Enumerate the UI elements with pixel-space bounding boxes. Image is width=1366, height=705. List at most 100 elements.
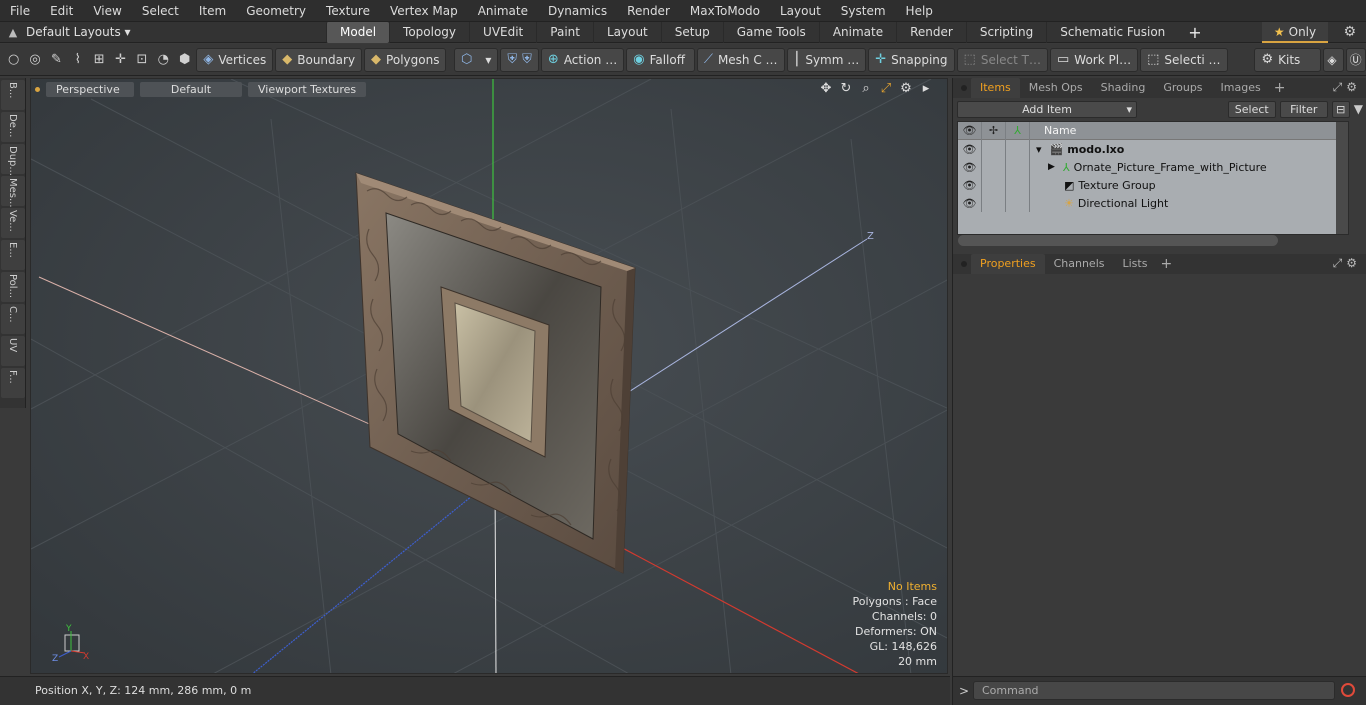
expand-arrow-icon[interactable]: ▸ [919,81,933,96]
menu-item[interactable]: Item [189,0,236,22]
eye-icon[interactable]: 👁 [958,158,982,176]
list-item[interactable]: 👁 ▾ 🎬 modo.lxo [958,140,1348,158]
mesh-constraint-button[interactable]: ⟋ Mesh C … [696,47,785,72]
viewport-gear-icon[interactable]: ⚙ [899,81,913,96]
panel-options-icon[interactable] [961,85,967,91]
lock-column-icon[interactable]: ✢ [982,121,1006,140]
menu-system[interactable]: System [831,0,896,22]
tab-animate[interactable]: Animate [818,21,896,43]
symmetry-toggle[interactable]: ⛨ ⛨ [500,47,539,72]
gear-icon[interactable]: ⚙ [1343,24,1356,40]
left-tab-deform[interactable]: De... [1,112,25,142]
add-panel-tab-button[interactable]: + [1156,256,1176,272]
menu-geometry[interactable]: Geometry [236,0,316,22]
record-icon[interactable] [1341,683,1355,697]
visibility-column-icon[interactable]: 👁 [958,121,982,140]
list-item[interactable]: 👁 ▶ ⅄ Ornate_Picture_Frame_with_Picture [958,158,1348,176]
action-button[interactable]: ⊕ Action … [540,47,625,72]
menu-help[interactable]: Help [896,0,943,22]
list-item[interactable]: 👁 ☀ Directional Light [958,194,1348,212]
item-mode-icon[interactable]: ⬢ [175,48,194,72]
list-item[interactable]: 👁 ◩ Texture Group [958,176,1348,194]
left-tab-curve[interactable]: C... [1,304,25,334]
menu-dynamics[interactable]: Dynamics [538,0,617,22]
menu-vertex-map[interactable]: Vertex Map [380,0,468,22]
tab-paint[interactable]: Paint [536,21,593,43]
tab-channels[interactable]: Channels [1045,254,1114,274]
menu-edit[interactable]: Edit [40,0,83,22]
snapping-button[interactable]: ✛ Snapping [868,47,955,72]
menu-select[interactable]: Select [132,0,189,22]
left-tab-mesh[interactable]: Mes... [1,176,25,208]
tab-uvedit[interactable]: UVEdit [469,21,536,43]
tab-topology[interactable]: Topology [389,21,469,43]
tab-setup[interactable]: Setup [660,21,723,43]
only-button[interactable]: ★ Only [1262,22,1328,43]
menu-texture[interactable]: Texture [316,0,380,22]
unreal-button[interactable]: Ⓤ [1345,47,1366,72]
name-column-header[interactable]: Name [1044,124,1076,137]
zoom-icon[interactable]: ⌕ [859,81,873,96]
collapse-icon[interactable]: ▲ [0,26,26,39]
panel-maximize-icon[interactable]: ⤢⚙ [1333,256,1361,271]
add-panel-tab-button[interactable]: + [1270,80,1290,96]
left-tab-vertex[interactable]: Ve... [1,208,25,238]
menu-maxtomodo[interactable]: MaxToModo [680,0,770,22]
panel-options-icon[interactable] [961,261,967,267]
tab-layout[interactable]: Layout [592,21,661,43]
tab-scripting[interactable]: Scripting [965,21,1046,43]
eye-icon[interactable]: 👁 [958,194,982,212]
tab-mesh-ops[interactable]: Mesh Ops [1020,78,1092,98]
item-list-hscrollbar[interactable] [958,235,1278,246]
brush-icon[interactable]: ⌇ [68,48,87,72]
maximize-icon[interactable]: ⤢ [879,81,893,96]
left-tab-uv[interactable]: UV [1,336,25,366]
orbit-icon[interactable]: ↻ [839,81,853,96]
move-icon[interactable]: ✛ [111,48,130,72]
filter-button[interactable]: Filter [1279,100,1328,118]
type-column-icon[interactable]: ⅄ [1006,121,1030,140]
add-tab-button[interactable]: + [1178,22,1211,43]
command-input[interactable]: Command [973,681,1335,700]
eye-icon[interactable]: 👁 [958,176,982,194]
vertices-button[interactable]: ◈ Vertices [196,47,274,72]
kits-button[interactable]: ⚙ Kits [1254,47,1322,72]
expand-triangle-icon[interactable]: ▾ [1036,143,1042,156]
menu-view[interactable]: View [83,0,131,22]
funnel-icon[interactable]: ▼ [1354,102,1363,116]
left-tab-polygon[interactable]: Pol... [1,272,25,302]
item-list-scrollbar[interactable] [1336,122,1348,234]
viewport-textures-dropdown[interactable]: Viewport Textures [248,81,367,97]
3d-viewport[interactable]: Perspective Default Viewport Textures ✥ … [30,78,948,674]
polygons-button[interactable]: ◆ Polygons [364,47,447,72]
menu-animate[interactable]: Animate [468,0,538,22]
tab-properties[interactable]: Properties [971,254,1045,274]
boundary-button[interactable]: ◆ Boundary [275,47,363,72]
menu-render[interactable]: Render [617,0,680,22]
collapse-list-icon[interactable]: ⊟ [1331,100,1350,118]
tab-model[interactable]: Model [326,21,390,43]
work-plane-button[interactable]: ▭ Work Pl… [1050,47,1139,72]
rotate-icon[interactable]: ⊡ [132,48,151,72]
left-tab-duplicate[interactable]: Dup... [1,144,25,176]
globe-icon[interactable]: ◎ [25,48,44,72]
perspective-dropdown[interactable]: Perspective [46,81,134,97]
tab-schematic-fusion[interactable]: Schematic Fusion [1046,21,1178,43]
pan-icon[interactable]: ✥ [819,81,833,96]
tab-items[interactable]: Items [971,78,1020,98]
tab-images[interactable]: Images [1212,78,1270,98]
tab-shading[interactable]: Shading [1092,78,1155,98]
unity-button[interactable]: ◈ [1323,47,1344,72]
menu-file[interactable]: File [0,0,40,22]
left-tab-edge[interactable]: E... [1,240,25,270]
eye-icon[interactable]: 👁 [958,140,982,158]
tab-groups[interactable]: Groups [1154,78,1211,98]
pen-icon[interactable]: ✎ [47,48,66,72]
left-tab-basic[interactable]: B... [1,80,25,110]
tab-render[interactable]: Render [896,21,966,43]
falloff-button[interactable]: ◉ Falloff [626,47,695,72]
circle-select-icon[interactable]: ○ [4,48,23,72]
select-button[interactable]: Select [1227,100,1276,118]
tab-game-tools[interactable]: Game Tools [722,21,819,43]
shading-dropdown[interactable]: Default [140,81,242,97]
